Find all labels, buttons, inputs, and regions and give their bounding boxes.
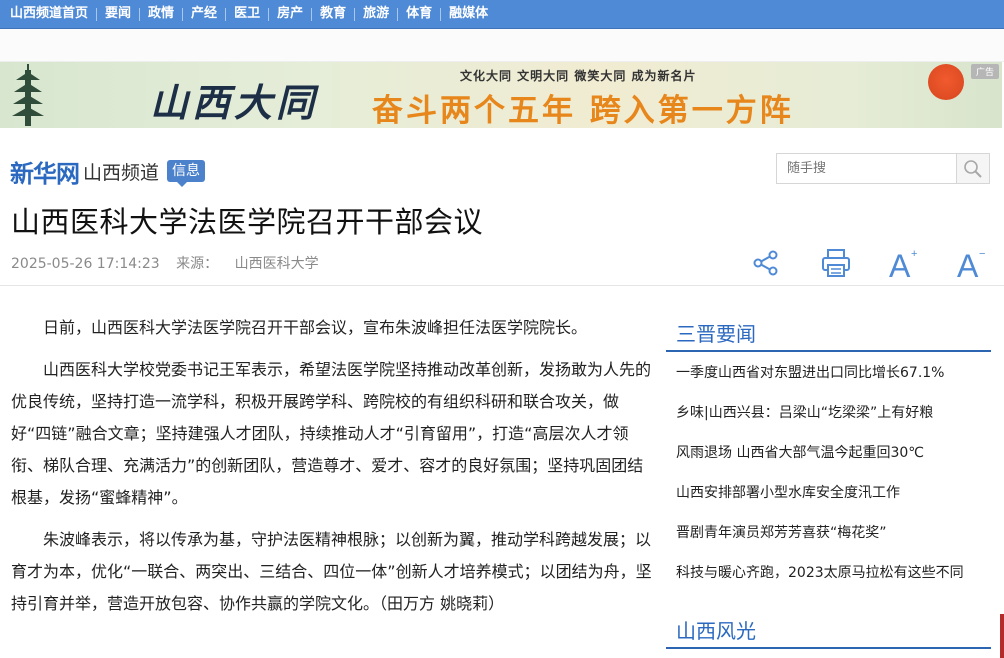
nav-item-2[interactable]: 政情 [140,7,182,21]
article-body: 日前，山西医科大学法医学院召开干部会议，宣布朱波峰担任法医学院院长。 山西医科大… [11,312,654,630]
scroll-accent [1000,614,1004,658]
svg-text:A: A [957,248,979,280]
article-source-label: 来源： [176,256,219,272]
svg-text:−: − [979,248,985,260]
article-datetime: 2025-05-26 17:14:23 [11,256,160,272]
list-item[interactable]: 晋剧青年演员郑芳芳喜获“梅花奖” [676,520,991,560]
section-title-sanjin[interactable]: 三晋要闻 [676,318,756,347]
banner-calligraphy: 山西大同 [150,80,319,125]
search-input[interactable] [777,154,957,183]
nav-item-4[interactable]: 医卫 [226,7,268,21]
sun-icon [928,64,964,100]
sidebar-section-fengguang: 山西风光 [666,611,991,649]
search-button[interactable] [956,154,989,183]
top-nav: 山西频道首页 要闻 政情 产经 医卫 房产 教育 旅游 体育 融媒体 [0,0,1004,29]
svg-text:A: A [889,248,911,280]
section-title-fengguang[interactable]: 山西风光 [676,615,756,644]
nav-item-7[interactable]: 旅游 [355,7,397,21]
logo-xinhua: 新华网 [10,159,80,188]
banner-tagline: 文化大同 文明大同 微笑大同 成为新名片 [460,69,697,83]
share-icon[interactable] [752,249,780,277]
print-icon[interactable] [820,248,852,278]
font-decrease-icon[interactable]: A − [956,246,990,280]
article-paragraph: 朱波峰表示，将以传承为基，守护法医精神根脉；以创新为翼，推动学科跨越发展；以育才… [11,530,652,613]
list-item[interactable]: 科技与暖心齐跑，2023太原马拉松有这些不同 [676,560,991,600]
sub-bar [0,29,1004,62]
article-meta: 2025-05-26 17:14:23 来源： 山西医科大学 [11,253,331,273]
banner-ad[interactable]: 山西大同 文化大同 文明大同 微笑大同 成为新名片 奋斗两个五年 跨入第一方阵 … [0,62,1002,128]
logo-channel: 山西频道 [83,161,160,184]
nav-item-0[interactable]: 山西频道首页 [10,7,96,21]
nav-item-3[interactable]: 产经 [183,7,225,21]
article-paragraph: 山西医科大学校党委书记王军表示，希望法医学院坚持推动改革创新，发扬敢为人先的优良… [11,360,652,507]
sidebar-section-sanjin: 三晋要闻 [666,314,991,352]
article-source[interactable]: 山西医科大学 [235,256,319,272]
nav-item-6[interactable]: 教育 [312,7,354,21]
article-title: 山西医科大学法医学院召开干部会议 [11,205,484,239]
pagoda-icon [12,64,44,126]
search-icon [964,159,982,178]
search-box [776,153,990,184]
news-list: 一季度山西省对东盟进出口同比增长67.1% 乡味|山西兴县：吕梁山“圪梁梁”上有… [676,360,991,600]
list-item[interactable]: 乡味|山西兴县：吕梁山“圪梁梁”上有好粮 [676,400,991,440]
list-item[interactable]: 山西安排部署小型水库安全度汛工作 [676,480,991,520]
nav-item-9[interactable]: 融媒体 [441,7,496,21]
nav-item-5[interactable]: 房产 [269,7,311,21]
article-paragraph: 日前，山西医科大学法医学院召开干部会议，宣布朱波峰担任法医学院院长。 [43,318,588,337]
list-item[interactable]: 一季度山西省对东盟进出口同比增长67.1% [676,360,991,400]
nav-item-8[interactable]: 体育 [398,7,440,21]
svg-text:+: + [911,248,917,260]
header-divider [0,285,1004,286]
site-logo[interactable]: 新华网 山西频道 信息 [10,154,206,188]
banner-slogan: 奋斗两个五年 跨入第一方阵 [372,93,794,128]
logo-badge: 信息 [167,160,206,187]
nav-item-1[interactable]: 要闻 [97,7,139,21]
font-increase-icon[interactable]: A + [888,246,922,280]
nav-items: 山西频道首页 要闻 政情 产经 医卫 房产 教育 旅游 体育 融媒体 [0,0,496,28]
list-item[interactable]: 风雨退场 山西省大部气温今起重回30℃ [676,440,991,480]
ad-badge: 广告 [970,64,999,79]
